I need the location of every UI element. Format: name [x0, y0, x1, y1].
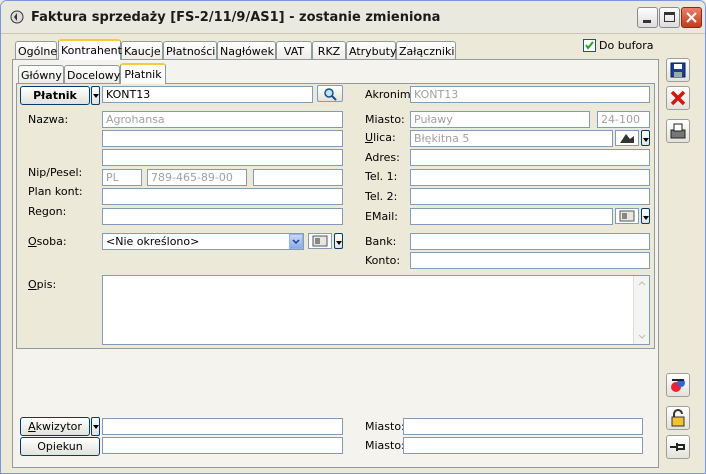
- plan-kont-label: Plan kont:: [28, 185, 83, 198]
- platnik-code-input[interactable]: KONT13: [102, 86, 313, 103]
- akwizytor-dropdown[interactable]: [91, 417, 100, 436]
- email-field[interactable]: [410, 208, 613, 225]
- map-icon: [620, 134, 634, 143]
- nazwa-field-2[interactable]: [102, 130, 343, 147]
- save-icon: [670, 62, 686, 78]
- calculate-icon: [671, 379, 685, 392]
- pin-button[interactable]: [666, 435, 690, 459]
- window: Faktura sprzedaży [FS-2/11/9/AS1] - zost…: [0, 0, 706, 474]
- platnik-button[interactable]: Płatnik: [20, 86, 90, 105]
- regon-label: Regon:: [28, 205, 67, 218]
- nip-prefix-field[interactable]: PL: [102, 169, 142, 186]
- nazwa-field-3[interactable]: [102, 149, 343, 166]
- akronim-label: Akronim:: [365, 88, 415, 101]
- osoba-select-arrow[interactable]: [289, 234, 303, 249]
- miasto-field[interactable]: Puławy: [410, 111, 590, 128]
- nazwa-label: Nazwa:: [28, 113, 69, 126]
- chevron-down-icon: [292, 239, 300, 245]
- minimize-button[interactable]: [637, 7, 658, 28]
- opiekun-miasto-field[interactable]: [403, 437, 643, 454]
- nip-field[interactable]: 789-465-89-00: [147, 169, 247, 186]
- cancel-icon: [670, 90, 686, 106]
- tab-kaucje[interactable]: Kaucje: [121, 41, 163, 60]
- email-dropdown[interactable]: [641, 208, 650, 224]
- akwizytor-miasto-label: Miasto:: [365, 420, 405, 433]
- tab-rkz[interactable]: RKZ: [312, 41, 346, 60]
- lock-icon: [671, 409, 685, 427]
- search-button[interactable]: [317, 85, 343, 102]
- app-icon: [10, 10, 24, 24]
- do-bufora-label: Do bufora: [599, 39, 654, 52]
- pin-icon: [670, 443, 685, 451]
- nazwa-field-1[interactable]: Agrohansa: [102, 111, 343, 128]
- tel1-field[interactable]: [410, 169, 650, 186]
- ulica-field[interactable]: Błękitna 5: [410, 130, 613, 147]
- bank-field[interactable]: [410, 233, 650, 250]
- opiekun-miasto-label: Miasto:: [365, 439, 405, 452]
- tab-platnosci[interactable]: Płatności: [163, 41, 217, 60]
- osoba-select[interactable]: <Nie określono>: [102, 233, 304, 250]
- subtab-glowny[interactable]: Główny: [18, 65, 64, 84]
- scroll-arrows-icon: [638, 281, 646, 339]
- opiekun-button[interactable]: Opiekun: [20, 437, 100, 456]
- ulica-map-button[interactable]: [615, 130, 639, 146]
- osoba-label: Osoba:: [28, 235, 67, 248]
- tel1-label: Tel. 1:: [365, 170, 398, 183]
- plan-kont-field[interactable]: [102, 188, 343, 205]
- print-icon: [670, 123, 686, 139]
- ulica-label: Ulica:: [365, 131, 396, 144]
- calculate-button[interactable]: [666, 373, 690, 397]
- tel2-field[interactable]: [410, 188, 650, 205]
- email-send-button[interactable]: [615, 208, 639, 224]
- opis-scrollbar[interactable]: [633, 276, 649, 344]
- tab-vat[interactable]: VAT: [276, 41, 312, 60]
- save-button[interactable]: [666, 58, 690, 82]
- card-icon: [312, 235, 328, 247]
- osoba-card-dropdown[interactable]: [334, 233, 343, 249]
- subtab-platnik[interactable]: Płatnik: [120, 63, 166, 84]
- window-title: Faktura sprzedaży [FS-2/11/9/AS1] - zost…: [31, 10, 441, 25]
- print-button[interactable]: [666, 119, 690, 143]
- bank-label: Bank:: [365, 235, 397, 248]
- tab-atrybuty[interactable]: Atrybuty: [346, 41, 396, 60]
- opis-label: Opis:: [28, 278, 57, 291]
- close-button[interactable]: [681, 7, 702, 28]
- ulica-dropdown[interactable]: [641, 130, 650, 146]
- subtab-docelowy[interactable]: Docelowy: [64, 65, 120, 84]
- nip-extra-field[interactable]: [253, 169, 343, 186]
- tab-zalaczniki[interactable]: Załączniki: [396, 41, 456, 60]
- osoba-card-button[interactable]: [308, 233, 332, 249]
- nip-label: Nip/Pesel:: [28, 166, 83, 179]
- email-label: EMail:: [365, 210, 398, 223]
- adres-label: Adres:: [365, 151, 400, 164]
- check-icon: [585, 41, 594, 50]
- konto-label: Konto:: [365, 254, 401, 267]
- akwizytor-miasto-field[interactable]: [403, 418, 643, 435]
- card-icon: [619, 210, 635, 222]
- maximize-button[interactable]: [659, 7, 680, 28]
- cancel-button[interactable]: [666, 86, 690, 110]
- tel2-label: Tel. 2:: [365, 190, 398, 203]
- opiekun-field[interactable]: [102, 437, 343, 454]
- tab-naglowek[interactable]: Nagłówek: [217, 41, 276, 60]
- title-bar: Faktura sprzedaży [FS-2/11/9/AS1] - zost…: [1, 1, 705, 34]
- close-icon: [686, 12, 697, 23]
- opis-textarea[interactable]: [102, 275, 650, 345]
- akronim-field[interactable]: KONT13: [410, 86, 650, 103]
- adres-field[interactable]: [410, 149, 650, 166]
- tab-ogolne[interactable]: Ogólne: [15, 41, 57, 60]
- akwizytor-button[interactable]: Akwizytor: [20, 417, 90, 436]
- regon-field[interactable]: [102, 208, 343, 225]
- miasto-label: Miasto:: [365, 113, 405, 126]
- tab-kontrahent[interactable]: Kontrahent: [58, 39, 122, 60]
- search-icon: [324, 88, 337, 101]
- konto-field[interactable]: [410, 252, 650, 269]
- lock-button[interactable]: [666, 406, 690, 430]
- akwizytor-field[interactable]: [102, 418, 343, 435]
- kod-pocztowy-field[interactable]: 24-100: [597, 111, 650, 128]
- platnik-dropdown[interactable]: [91, 86, 100, 105]
